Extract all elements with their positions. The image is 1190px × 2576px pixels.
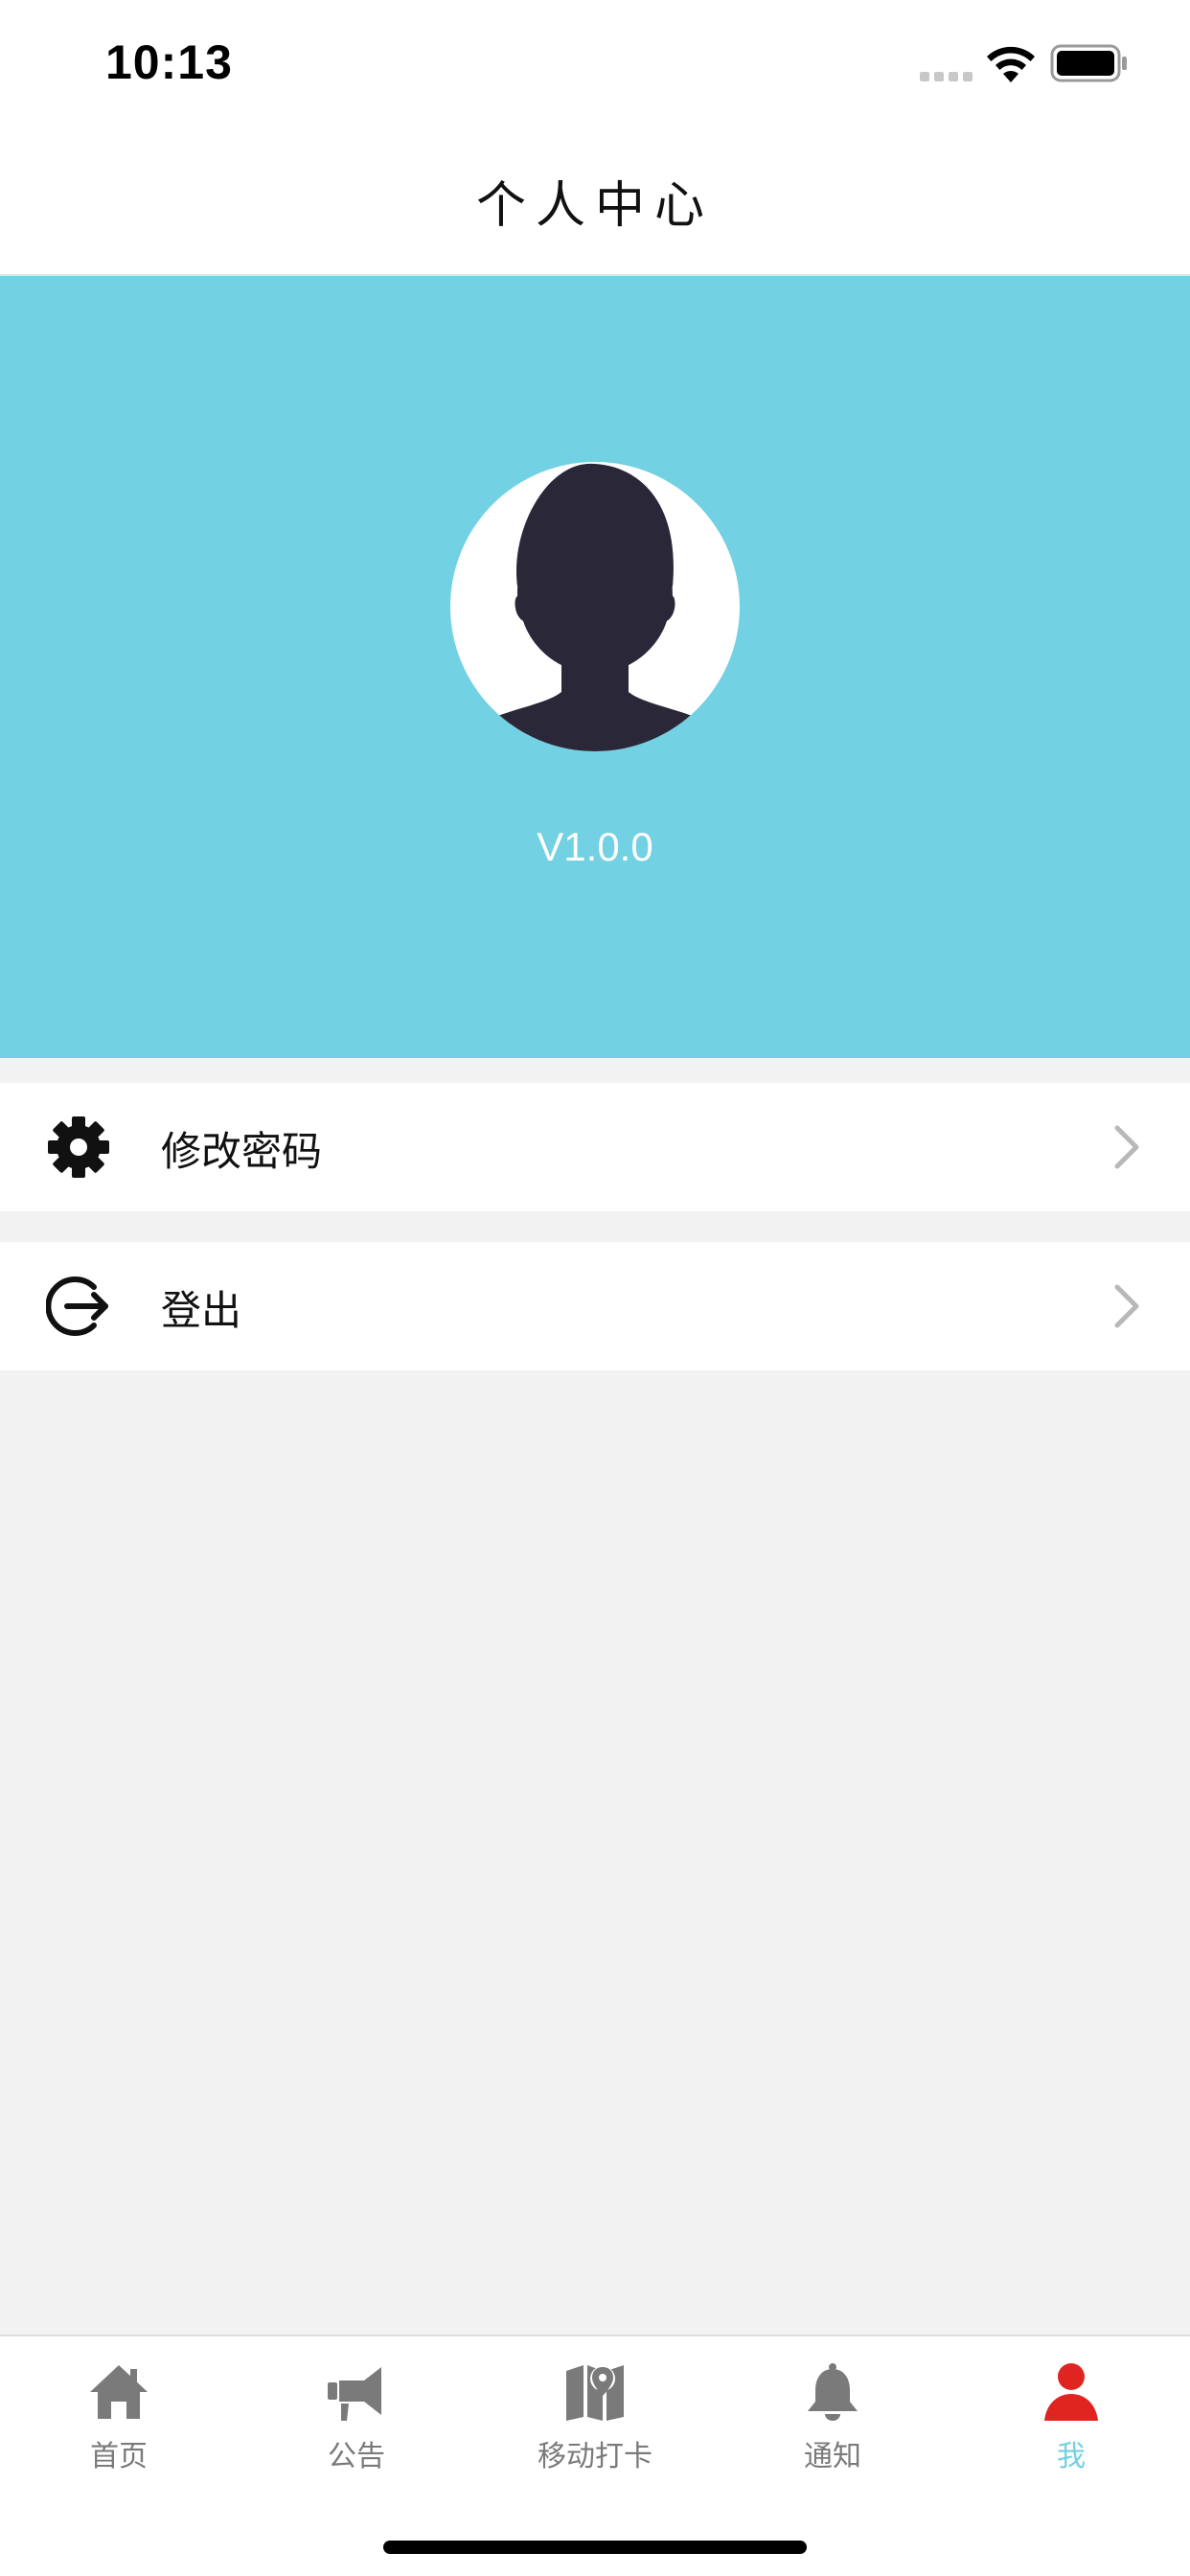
tab-label: 通知 [804, 2440, 861, 2473]
chevron-right-icon [1114, 1284, 1139, 1328]
tab-home[interactable]: 首页 [0, 2336, 238, 2490]
menu-item-label: 修改密码 [161, 1128, 323, 1175]
tab-label: 移动打卡 [538, 2440, 652, 2473]
tab-announcements[interactable]: 公告 [238, 2336, 475, 2490]
status-bar: 10:13 [0, 0, 1190, 126]
menu-item-logout[interactable]: 登出 [0, 1242, 1190, 1370]
app-version: V1.0.0 [537, 824, 653, 869]
person-icon [1044, 2363, 1098, 2421]
wifi-icon [987, 46, 1035, 82]
chevron-right-icon [1114, 1125, 1139, 1169]
user-silhouette-icon [481, 463, 709, 751]
nav-bar: 个人中心 [0, 126, 1190, 276]
home-icon [90, 2365, 148, 2419]
cellular-signal-icon [920, 72, 973, 81]
megaphone-icon [328, 2367, 381, 2421]
page-title: 个人中心 [475, 177, 714, 235]
tab-notifications[interactable]: 通知 [714, 2336, 951, 2490]
menu-item-label: 登出 [161, 1287, 242, 1334]
tab-me[interactable]: 我 [952, 2336, 1190, 2490]
tab-mobile-checkin[interactable]: 移动打卡 [476, 2336, 714, 2490]
tab-label: 我 [1057, 2440, 1086, 2473]
status-time: 10:13 [105, 35, 233, 89]
home-indicator [383, 2541, 807, 2554]
bell-icon [808, 2363, 858, 2421]
map-pin-icon [566, 2365, 624, 2421]
tab-label: 公告 [328, 2440, 385, 2473]
avatar[interactable] [450, 462, 740, 751]
battery-icon [1050, 44, 1127, 82]
tab-label: 首页 [90, 2440, 148, 2473]
profile-screen: 10:13 个人中心 V1.0.0 修改密码 登出 首页 公告 移动打卡 通知 … [0, 0, 1190, 2576]
logout-icon [46, 1276, 108, 1336]
menu-item-change-password[interactable]: 修改密码 [0, 1083, 1190, 1211]
gear-icon [48, 1116, 109, 1178]
profile-header: V1.0.0 [0, 276, 1190, 1058]
